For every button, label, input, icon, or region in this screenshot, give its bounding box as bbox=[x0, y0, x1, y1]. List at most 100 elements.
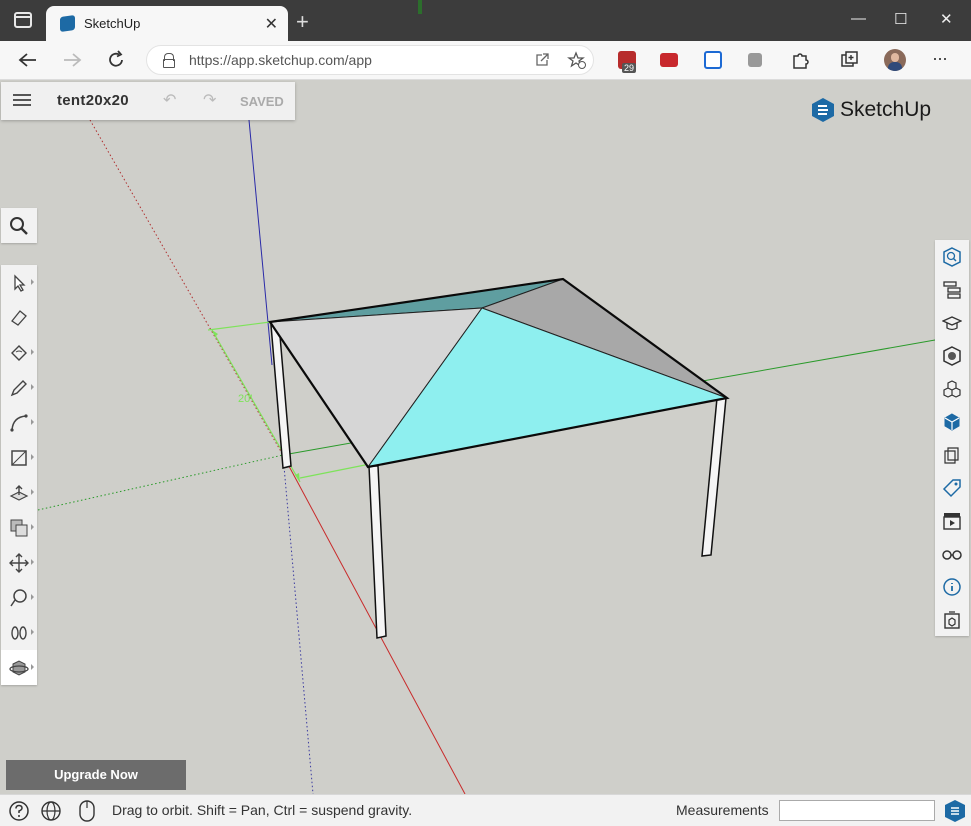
move-icon bbox=[9, 552, 29, 573]
walk-tool[interactable] bbox=[1, 615, 37, 650]
tags-icon bbox=[942, 478, 961, 497]
eraser-tool[interactable] bbox=[1, 300, 37, 335]
offset-tool[interactable] bbox=[1, 510, 37, 545]
model-scene[interactable]: 20' bbox=[0, 81, 971, 794]
blue-axis-negative bbox=[282, 454, 314, 794]
browser-menu-icon[interactable]: ··· bbox=[932, 48, 948, 69]
entity-info-tool[interactable] bbox=[935, 240, 969, 273]
open-in-app-icon[interactable] bbox=[535, 53, 549, 67]
instructor-tool[interactable] bbox=[935, 306, 969, 339]
browser-title-bar: SketchUp ✕ + — ☐ ✕ bbox=[0, 0, 971, 41]
hamburger-menu-icon[interactable] bbox=[13, 94, 31, 106]
favorite-star-icon[interactable] bbox=[567, 51, 587, 69]
leg-front-left[interactable] bbox=[368, 465, 387, 639]
back-icon[interactable] bbox=[18, 52, 38, 68]
search-icon bbox=[10, 216, 28, 235]
extension-lastpass-icon[interactable] bbox=[660, 53, 678, 67]
info-tool[interactable] bbox=[935, 570, 969, 603]
green-axis-negative bbox=[37, 454, 284, 511]
orbit-icon bbox=[9, 659, 29, 676]
tab-title: SketchUp bbox=[84, 16, 141, 31]
status-hint: Drag to orbit. Shift = Pan, Ctrl = suspe… bbox=[112, 802, 413, 818]
lock-icon[interactable] bbox=[163, 53, 175, 68]
offset-icon bbox=[10, 519, 28, 536]
redo-icon[interactable]: ↷ bbox=[203, 90, 216, 110]
paint-bucket-tool[interactable] bbox=[1, 335, 37, 370]
outliner-tool[interactable] bbox=[935, 273, 969, 306]
materials-tool[interactable] bbox=[935, 339, 969, 372]
collections-icon[interactable] bbox=[840, 50, 860, 70]
paint-bucket-icon bbox=[11, 344, 27, 361]
solid-tool[interactable] bbox=[935, 438, 969, 471]
dimension-label: 20' bbox=[238, 393, 252, 405]
pencil-icon bbox=[10, 379, 27, 396]
rectangle-tool[interactable] bbox=[1, 440, 37, 475]
right-panel-bar bbox=[935, 240, 969, 636]
extension-blue-icon[interactable] bbox=[704, 51, 722, 69]
instructor-icon bbox=[942, 315, 962, 330]
measurements-input[interactable] bbox=[779, 800, 935, 821]
refresh-icon[interactable] bbox=[106, 50, 126, 70]
rectangle-icon bbox=[11, 449, 27, 466]
measurements-label: Measurements bbox=[676, 802, 769, 818]
components-tool[interactable] bbox=[935, 372, 969, 405]
3d-warehouse-tool[interactable] bbox=[935, 603, 969, 636]
3d-warehouse-icon bbox=[944, 610, 960, 629]
sketchup-logo-icon bbox=[812, 98, 834, 122]
globe-icon[interactable] bbox=[40, 800, 62, 822]
mouse-icon[interactable] bbox=[78, 799, 96, 823]
select-icon bbox=[14, 273, 26, 292]
extension-badge: 29 bbox=[622, 63, 637, 73]
browser-toolbar: https://app.sketchup.com/app 29 ··· bbox=[0, 41, 971, 80]
tape-measure-tool[interactable] bbox=[1, 580, 37, 615]
scenes-tool[interactable] bbox=[935, 504, 969, 537]
minimize-button[interactable]: — bbox=[851, 10, 866, 27]
forward-icon[interactable] bbox=[62, 52, 82, 68]
display-tool[interactable] bbox=[935, 405, 969, 438]
sketchup-favicon-icon bbox=[60, 14, 75, 33]
file-bar: tent20x20 ↶ ↷ SAVED bbox=[1, 82, 295, 120]
tags-tool[interactable] bbox=[935, 471, 969, 504]
orbit-tool[interactable] bbox=[1, 650, 37, 685]
sketchup-logo: SketchUp bbox=[810, 97, 931, 128]
window-marker bbox=[418, 0, 422, 14]
select-tool[interactable] bbox=[1, 265, 37, 300]
extension-grey-icon[interactable] bbox=[748, 53, 762, 67]
search-tool[interactable] bbox=[1, 208, 37, 243]
file-name[interactable]: tent20x20 bbox=[57, 92, 129, 109]
profile-avatar[interactable] bbox=[884, 49, 906, 71]
new-tab-button[interactable]: + bbox=[296, 9, 309, 35]
upgrade-button[interactable]: Upgrade Now bbox=[6, 760, 186, 790]
save-status: SAVED bbox=[240, 94, 284, 109]
arc-tool[interactable] bbox=[1, 405, 37, 440]
tape-measure-icon bbox=[10, 588, 27, 606]
close-window-button[interactable]: ✕ bbox=[940, 10, 953, 28]
push-pull-tool[interactable] bbox=[1, 475, 37, 510]
browser-tab[interactable]: SketchUp ✕ bbox=[46, 6, 288, 41]
tab-close-icon[interactable]: ✕ bbox=[265, 14, 278, 34]
materials-icon bbox=[943, 345, 961, 366]
maximize-button[interactable]: ☐ bbox=[894, 10, 907, 28]
components-icon bbox=[943, 379, 961, 398]
undo-icon[interactable]: ↶ bbox=[163, 90, 176, 110]
extensions-puzzle-icon[interactable] bbox=[790, 50, 810, 70]
entity-info-icon bbox=[943, 246, 961, 267]
display-icon bbox=[944, 412, 960, 431]
tab-actions-icon[interactable] bbox=[14, 12, 32, 28]
sketchup-viewport[interactable]: 20' bbox=[0, 81, 971, 794]
styles-tool[interactable] bbox=[935, 537, 969, 570]
url-text[interactable]: https://app.sketchup.com/app bbox=[189, 52, 372, 68]
eraser-icon bbox=[11, 309, 27, 326]
sketchup-status-logo-icon[interactable] bbox=[943, 799, 967, 823]
leg-front-right[interactable] bbox=[701, 397, 727, 557]
pencil-tool[interactable] bbox=[1, 370, 37, 405]
move-tool[interactable] bbox=[1, 545, 37, 580]
address-bar[interactable]: https://app.sketchup.com/app bbox=[146, 45, 594, 75]
solid-icon bbox=[944, 446, 959, 464]
help-icon[interactable] bbox=[8, 800, 30, 822]
left-toolbar bbox=[1, 208, 37, 685]
styles-icon bbox=[942, 549, 962, 560]
info-icon bbox=[943, 577, 961, 596]
logo-text: SketchUp bbox=[840, 98, 932, 121]
push-pull-icon bbox=[9, 484, 29, 501]
